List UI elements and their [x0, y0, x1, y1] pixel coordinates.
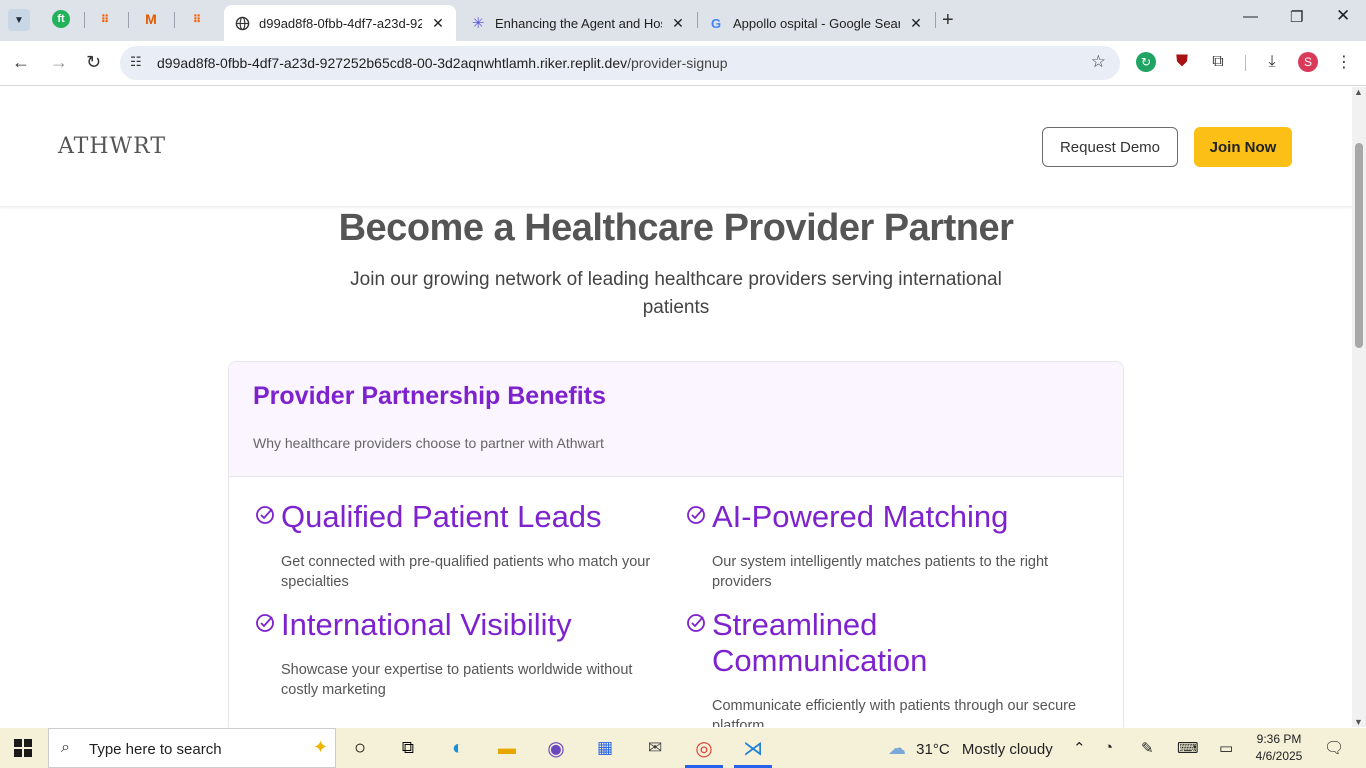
benefits-card: Provider Partnership Benefits Why health… [228, 361, 1124, 727]
clock-time: 9:36 PM [1256, 732, 1302, 746]
edge-browser-icon[interactable]: ◐ [445, 736, 471, 760]
extension-shield-icon[interactable]: ⛊ [1172, 52, 1192, 72]
asterisk-icon: ✳ [471, 15, 485, 32]
scroll-up-arrow-icon[interactable]: ▲ [1354, 87, 1363, 97]
windows-taskbar: ⌕ Type here to search ✦ ○ ⧉ ◐ ▬ ◉ ▦ ✉ ◎ … [0, 728, 1366, 768]
reload-icon[interactable]: ↻ [86, 52, 101, 73]
site-header: ATHWRT Request Demo Join Now [0, 87, 1352, 207]
profile-avatar[interactable]: S [1298, 52, 1318, 72]
vscode-icon[interactable]: ⋊ [740, 736, 766, 760]
sparkle-icon: ✦ [313, 737, 329, 757]
scroll-thumb[interactable] [1355, 143, 1363, 348]
browser-toolbar: ← → ↻ ☷ d99ad8f8-0fbb-4df7-a23d-927252b6… [0, 41, 1366, 86]
search-icon: ⌕ [61, 739, 70, 756]
page-scrollbar[interactable]: ▲ ▼ [1352, 87, 1366, 727]
system-clock[interactable]: 9:36 PM 4/6/2025 [1250, 731, 1308, 765]
tab-title: Enhancing the Agent and Hospital [495, 15, 662, 31]
benefit-title: International Visibility [281, 607, 572, 642]
file-explorer-icon[interactable]: ▬ [494, 736, 520, 760]
mail-icon[interactable]: ✉ [642, 736, 668, 760]
join-now-button[interactable]: Join Now [1194, 127, 1292, 167]
page-subtitle: Join our growing network of leading heal… [350, 269, 1002, 318]
microsoft-store-icon[interactable]: ▦ [592, 736, 618, 760]
close-tab-icon[interactable]: ✕ [430, 15, 446, 32]
close-window-icon[interactable]: ✕ [1336, 6, 1350, 26]
keyboard-icon[interactable]: ⌨ [1177, 739, 1199, 757]
address-bar[interactable]: ☷ d99ad8f8-0fbb-4df7-a23d-927252b65cd8-0… [120, 46, 1120, 80]
taskbar-search-placeholder: Type here to search [89, 741, 222, 758]
tab-provider-signup[interactable]: d99ad8f8-0fbb-4df7-a23d-927252b65cd8-00-… [224, 5, 456, 41]
benefit-description: Communicate efficiently with patients th… [712, 698, 1077, 727]
task-view-icon[interactable]: ⧉ [395, 736, 421, 760]
benefit-title: Streamlined Communication [712, 607, 928, 678]
check-circle-icon [687, 614, 705, 632]
benefit-description: Our system intelligently matches patient… [712, 554, 1049, 590]
benefits-card-description: Why healthcare providers choose to partn… [253, 435, 604, 451]
benefits-card-header: Provider Partnership Benefits Why health… [229, 362, 1123, 477]
taskbar-search-box[interactable]: ⌕ Type here to search ✦ [48, 728, 336, 768]
close-tab-icon[interactable]: ✕ [908, 15, 924, 32]
tab-separator [174, 12, 175, 28]
windows-start-icon[interactable] [14, 739, 32, 757]
back-arrow-icon[interactable]: ← [12, 52, 30, 73]
site-settings-icon[interactable]: ☷ [130, 54, 142, 70]
site-logo[interactable]: ATHWRT [58, 134, 166, 159]
forward-arrow-icon[interactable]: → [50, 52, 68, 73]
browser-tab-strip: ▼ ft ⠿ M ⠿ d99ad8f8-0fbb-4df7-a23d-92725… [0, 0, 1366, 41]
benefits-card-title: Provider Partnership Benefits [253, 382, 606, 410]
toolbar-separator [1245, 55, 1246, 71]
tab-title: d99ad8f8-0fbb-4df7-a23d-927252b65cd8-00-… [259, 15, 422, 31]
clock-date: 4/6/2025 [1255, 749, 1303, 763]
scroll-down-arrow-icon[interactable]: ▼ [1354, 717, 1363, 727]
cloud-icon: ☁ [888, 738, 906, 758]
weather-desc: Mostly cloudy [961, 741, 1053, 758]
weather-temp: 31°C [916, 741, 950, 758]
brave-vpn-icon[interactable]: ◉ [543, 736, 569, 760]
benefit-title: Qualified Patient Leads [281, 499, 602, 534]
new-tab-button[interactable]: + [942, 9, 954, 32]
network-icon[interactable]: ◔ [1104, 739, 1113, 756]
check-circle-icon [256, 506, 274, 524]
url-host: d99ad8f8-0fbb-4df7-a23d-927252b65cd8-00-… [157, 55, 628, 71]
check-circle-icon [687, 506, 705, 524]
pinned-tab-replit-icon[interactable]: ⠿ [96, 10, 114, 28]
google-icon: G [710, 15, 722, 31]
extensions-puzzle-icon[interactable]: ⧉ [1208, 52, 1228, 72]
bookmark-star-icon[interactable]: ☆ [1091, 52, 1106, 72]
chrome-icon[interactable]: ◎ [691, 736, 717, 760]
restore-icon[interactable]: ❐ [1290, 8, 1303, 26]
tab-search-dropdown[interactable]: ▼ [8, 9, 30, 31]
tab-title: Appollo ospital - Google Search [733, 15, 900, 31]
extension-refresh-icon[interactable]: ↻ [1136, 52, 1156, 72]
benefit-description: Get connected with pre-qualified patient… [281, 554, 651, 590]
display-icon[interactable]: ▭ [1219, 739, 1233, 757]
url-text[interactable]: d99ad8f8-0fbb-4df7-a23d-927252b65cd8-00-… [157, 55, 728, 71]
cortana-circle-icon[interactable]: ○ [347, 736, 373, 760]
pinned-tab-m-icon[interactable]: M [142, 10, 160, 28]
tab-enhancing-agent[interactable]: ✳ Enhancing the Agent and Hospital ✕ [460, 5, 696, 41]
close-tab-icon[interactable]: ✕ [670, 15, 686, 32]
web-page: ATHWRT Request Demo Join Now Become a He… [0, 87, 1352, 727]
page-title: Become a Healthcare Provider Partner [338, 207, 1014, 249]
minimize-icon[interactable]: — [1243, 8, 1258, 25]
request-demo-button[interactable]: Request Demo [1042, 127, 1178, 167]
tab-separator [128, 12, 129, 28]
url-path: /provider-signup [627, 55, 728, 71]
pen-icon[interactable]: ✎ [1141, 739, 1154, 757]
notifications-icon[interactable]: 🗨 [1324, 738, 1344, 758]
pinned-tab-ft-icon[interactable]: ft [52, 10, 70, 28]
tab-google-search[interactable]: G Appollo ospital - Google Search ✕ [698, 5, 934, 41]
pinned-tab-replit-icon-2[interactable]: ⠿ [188, 10, 206, 28]
check-circle-icon [256, 614, 274, 632]
browser-menu-icon[interactable]: ⋮ [1334, 52, 1354, 72]
show-hidden-icons-chevron-icon[interactable]: ⌃ [1073, 739, 1086, 757]
benefit-description: Showcase your expertise to patients worl… [281, 662, 633, 698]
weather-widget[interactable]: ☁ 31°C Mostly cloudy [888, 738, 1053, 759]
benefit-title: AI-Powered Matching [712, 499, 1009, 534]
tab-separator [935, 12, 936, 28]
globe-icon [234, 15, 250, 31]
download-icon[interactable]: ⤓ [1262, 52, 1282, 72]
tab-separator [84, 12, 85, 28]
